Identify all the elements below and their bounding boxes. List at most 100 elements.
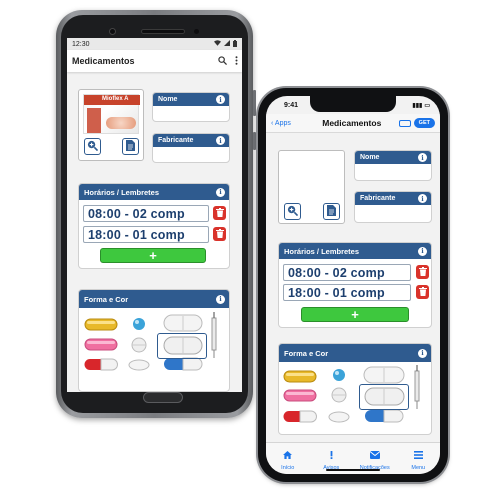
back-label: Apps (274, 119, 291, 127)
search-icon[interactable] (218, 55, 227, 67)
add-schedule-button[interactable]: + (100, 248, 206, 263)
status-time: 12:30 (72, 40, 90, 48)
blue-white-capsule-option (365, 409, 404, 423)
chevron-left-icon: ‹ (271, 119, 274, 127)
pink-capsule-option (84, 338, 118, 351)
pill-shape-grid[interactable] (279, 362, 432, 435)
info-icon[interactable]: i (216, 187, 225, 197)
pink-capsule-option (283, 389, 317, 402)
blue-round-option (133, 318, 145, 330)
schedule-row[interactable]: 18:00 - 01 comp (83, 226, 209, 243)
schedule-title: Horários / Lembretes (284, 246, 360, 256)
home-icon (283, 446, 293, 464)
white-disc-option (328, 411, 350, 423)
schedule-row-text: 18:00 - 01 comp (88, 227, 185, 242)
name-field-header: Nome i (355, 151, 431, 164)
document-button[interactable] (122, 138, 139, 155)
delete-schedule-button[interactable] (416, 285, 429, 299)
info-icon[interactable]: i (418, 153, 427, 162)
yellow-capsule-option (283, 370, 317, 383)
schedule-title: Horários / Lembretes (84, 187, 160, 197)
shape-color-card: Forma e Cor i (278, 343, 432, 435)
shape-color-title: Forma e Cor (84, 294, 129, 304)
shape-color-header: Forma e Cor i (79, 290, 229, 308)
info-icon[interactable]: i (216, 136, 225, 145)
medicine-photo-box: Mioflex A (78, 89, 144, 161)
tab-label: Menu (411, 465, 426, 471)
android-screen: 12:30 Medicamentos Mioflex A Nome i Fabr… (67, 38, 242, 392)
android-volume-button (253, 90, 256, 116)
android-camera (109, 28, 116, 35)
add-schedule-button[interactable]: + (301, 307, 409, 322)
signal-icon: ▮▮▮ (412, 102, 423, 109)
zoom-photo-button[interactable] (84, 138, 101, 155)
tab-menu[interactable]: Menu (398, 446, 438, 474)
more-vert-icon[interactable] (235, 55, 238, 67)
info-icon[interactable]: i (418, 246, 427, 256)
android-status-bar: 12:30 (67, 38, 242, 50)
schedule-row[interactable]: 08:00 - 02 comp (283, 264, 411, 281)
name-field-card[interactable]: Nome i (354, 150, 432, 181)
yellow-capsule-option (84, 318, 118, 331)
white-round-option (331, 387, 347, 403)
home-indicator[interactable] (326, 468, 380, 471)
zoom-in-icon (87, 138, 99, 156)
tab-label: Início (281, 465, 295, 471)
document-button[interactable] (323, 203, 340, 220)
maker-field-header: Fabricante i (355, 192, 431, 205)
info-icon[interactable]: i (216, 95, 225, 104)
android-sensor (194, 29, 199, 34)
name-field-card[interactable]: Nome i (152, 92, 230, 122)
schedule-card: Horários / Lembretes i 08:00 - 02 comp 1… (278, 242, 432, 328)
page-title: Medicamentos (72, 56, 135, 66)
page-title: Medicamentos (322, 118, 382, 128)
info-icon[interactable]: i (418, 348, 427, 358)
schedule-row-text: 18:00 - 01 comp (288, 285, 385, 300)
ios-nav-bar: ‹ Apps Medicamentos GET (266, 114, 440, 133)
schedule-row-text: 08:00 - 02 comp (88, 206, 185, 221)
name-field-header: Nome i (153, 93, 229, 106)
battery-icon: ▭ (424, 102, 430, 109)
delete-schedule-button[interactable] (213, 227, 226, 241)
status-time: 9:41 (284, 101, 299, 109)
schedule-row[interactable]: 18:00 - 01 comp (283, 284, 411, 301)
pill-shape-grid[interactable] (79, 308, 230, 392)
schedule-header: Horários / Lembretes i (79, 184, 229, 200)
blue-white-capsule-option (164, 357, 203, 371)
maker-field-card[interactable]: Fabricante i (354, 191, 432, 223)
maker-field-header: Fabricante i (153, 134, 229, 147)
info-icon[interactable]: i (216, 294, 225, 304)
schedule-row[interactable]: 08:00 - 02 comp (83, 205, 209, 222)
menu-icon (413, 446, 423, 464)
white-disc-option (128, 359, 150, 371)
zoom-in-icon (287, 203, 299, 221)
tab-inicio[interactable]: Início (268, 446, 308, 474)
schedule-header: Horários / Lembretes i (279, 243, 431, 259)
selected-shape-highlight (157, 333, 207, 359)
red-white-capsule-option (283, 410, 317, 423)
name-field-label: Nome (360, 154, 380, 161)
mail-icon (369, 446, 381, 464)
maker-field-label: Fabricante (360, 195, 396, 202)
package-side (87, 108, 101, 133)
zoom-photo-button[interactable] (284, 203, 301, 220)
android-phone-mockup: 12:30 Medicamentos Mioflex A Nome i Fabr… (56, 10, 256, 418)
syringe-option (414, 365, 420, 409)
get-button[interactable]: GET (413, 118, 435, 128)
delete-schedule-button[interactable] (416, 265, 429, 279)
battery-icon (233, 39, 237, 49)
trash-icon (418, 263, 427, 281)
iphone-notch (310, 96, 396, 112)
android-power-button (253, 132, 256, 150)
android-home-button[interactable] (143, 392, 183, 403)
delete-schedule-button[interactable] (213, 206, 226, 220)
info-icon[interactable]: i (418, 194, 427, 203)
white-oblong-option (163, 314, 203, 332)
medicine-photo-box (278, 150, 345, 224)
maker-field-card[interactable]: Fabricante i (152, 133, 230, 163)
document-icon (126, 138, 135, 156)
iphone-screen: 9:41 ▮▮▮ ▭ ‹ Apps Medicamentos GET Nome … (266, 96, 440, 474)
back-button[interactable]: ‹ Apps (271, 120, 291, 127)
android-speaker (141, 29, 185, 34)
package-graphic (106, 117, 136, 129)
